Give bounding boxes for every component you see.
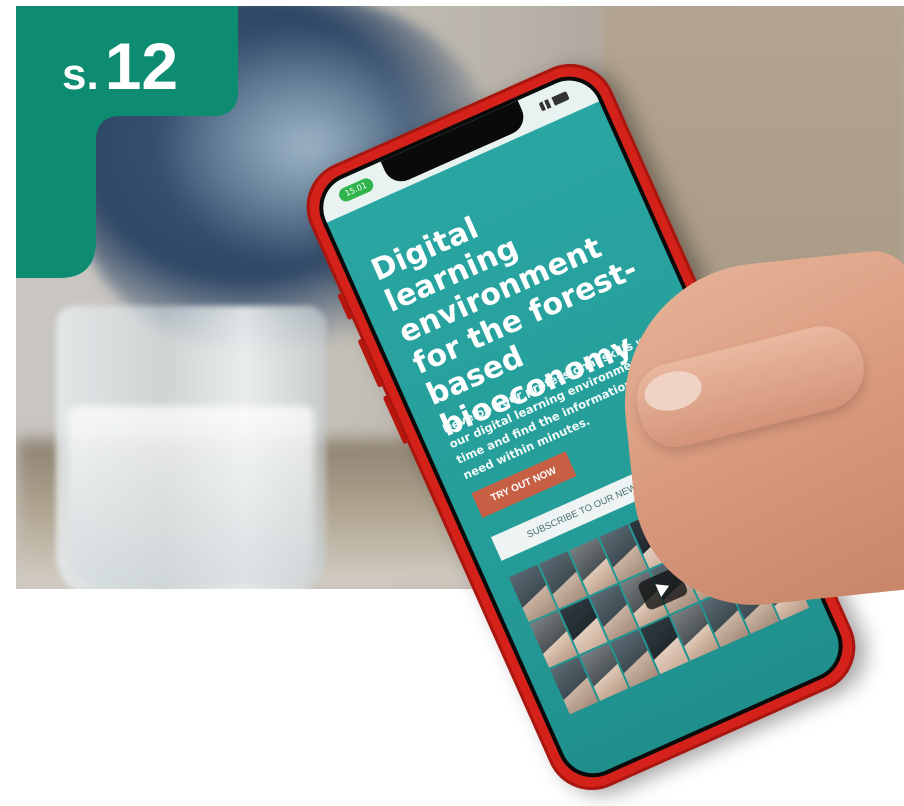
water-in-glass bbox=[68, 406, 314, 586]
page-prefix: s. bbox=[62, 50, 99, 99]
status-time: 15.01 bbox=[336, 176, 376, 204]
signal-battery-icon bbox=[538, 91, 570, 112]
page-number: s.12 bbox=[62, 28, 178, 104]
page-number-value: 12 bbox=[104, 29, 179, 103]
page-badge: s.12 bbox=[16, 6, 238, 278]
